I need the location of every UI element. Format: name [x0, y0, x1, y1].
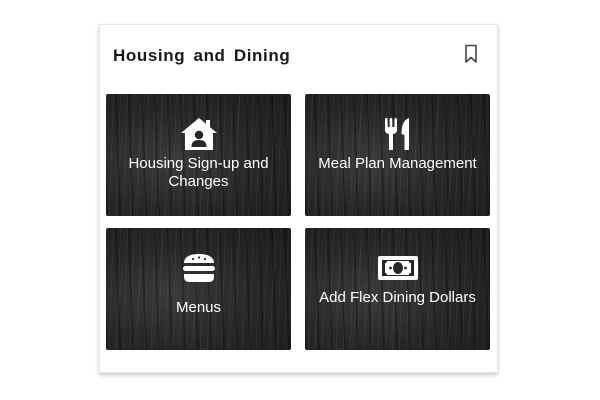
- tile-label: Menus: [175, 299, 222, 316]
- bookmark-icon[interactable]: [461, 43, 481, 65]
- tile-housing-signup[interactable]: Housing Sign-up and Changes: [106, 94, 291, 216]
- tile-meal-plan[interactable]: Meal Plan Management: [305, 94, 490, 216]
- housing-dining-card: Housing and Dining Housing Sign-up and C…: [99, 24, 498, 373]
- tile-label: Add Flex Dining Dollars: [319, 289, 476, 306]
- tile-flex-dollars[interactable]: Add Flex Dining Dollars: [305, 228, 490, 350]
- tile-label: Housing Sign-up and Changes: [128, 155, 269, 190]
- tile-label: Meal Plan Management: [318, 155, 477, 172]
- fork-knife-icon: [305, 117, 490, 151]
- tile-menus[interactable]: Menus: [106, 228, 291, 350]
- burger-icon: [106, 253, 291, 283]
- house-user-icon: [106, 117, 291, 151]
- money-bill-icon: [305, 255, 490, 281]
- card-title: Housing and Dining: [113, 46, 291, 65]
